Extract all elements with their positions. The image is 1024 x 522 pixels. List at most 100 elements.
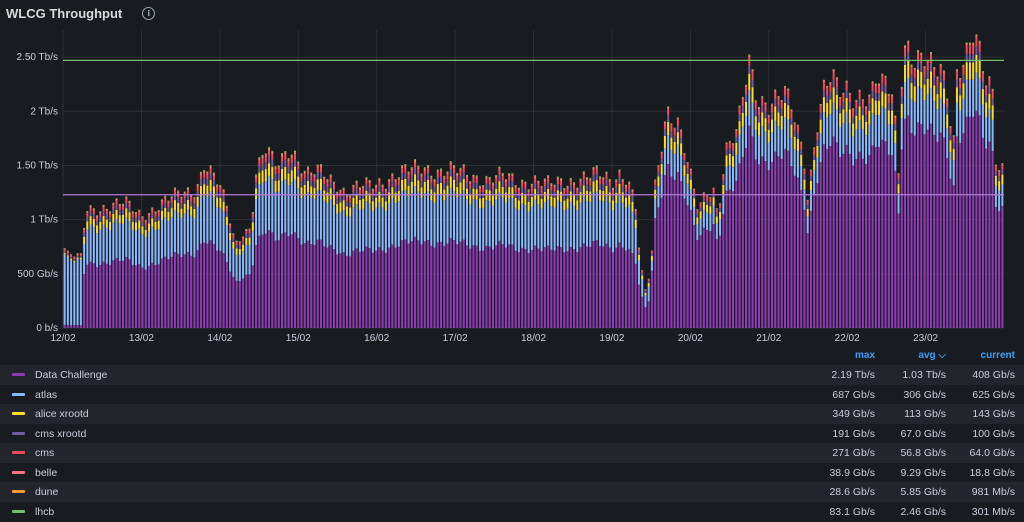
bar-segment bbox=[414, 174, 417, 187]
legend-row-belle[interactable]: belle 38.9 Gb/s 9.29 Gb/s 18.8 Gb/s bbox=[0, 463, 1024, 483]
bar-segment bbox=[79, 325, 82, 328]
series-name: dune bbox=[35, 486, 59, 498]
legend-row-cms[interactable]: cms 271 Gb/s 56.8 Gb/s 64.0 Gb/s bbox=[0, 443, 1024, 463]
bar-segment bbox=[170, 256, 173, 328]
bar-segment bbox=[647, 279, 650, 282]
bar-segment bbox=[131, 229, 134, 265]
legend-row-dune[interactable]: dune 28.6 Gb/s 5.85 Gb/s 981 Mb/s bbox=[0, 482, 1024, 502]
bar-segment bbox=[608, 179, 611, 181]
bar-segment bbox=[255, 175, 258, 176]
bar-segment bbox=[706, 196, 709, 197]
bar-segment bbox=[910, 82, 913, 99]
info-icon[interactable]: i bbox=[142, 6, 156, 20]
bar-segment bbox=[955, 136, 958, 328]
bar-segment bbox=[842, 93, 845, 94]
panel-title[interactable]: WLCG Throughput bbox=[6, 6, 122, 21]
bar-segment bbox=[109, 264, 112, 328]
bar-segment bbox=[251, 230, 254, 266]
bar-segment bbox=[878, 147, 881, 328]
bar-segment bbox=[981, 89, 984, 105]
bar-segment bbox=[453, 168, 456, 174]
bar-segment bbox=[407, 179, 410, 186]
legend-header-current[interactable]: current bbox=[981, 350, 1015, 361]
bar-segment bbox=[881, 74, 884, 75]
bar-segment bbox=[122, 260, 125, 328]
bar-segment bbox=[998, 181, 1001, 191]
bar-segment bbox=[465, 175, 468, 177]
bar-segment bbox=[599, 177, 602, 180]
bar-segment bbox=[436, 169, 439, 171]
bar-segment bbox=[790, 109, 793, 111]
legend-row-lhcb[interactable]: lhcb 83.1 Gb/s 2.46 Gb/s 301 Mb/s bbox=[0, 502, 1024, 522]
throughput-chart[interactable]: 0 b/s500 Gb/s1 Tb/s1.50 Tb/s2 Tb/s2.50 T… bbox=[0, 20, 1024, 345]
legend-header-max[interactable]: max bbox=[855, 350, 875, 361]
series-current: 18.8 Gb/s bbox=[969, 466, 1015, 479]
bar-segment bbox=[728, 153, 731, 166]
bar-segment bbox=[193, 198, 196, 200]
bar-segment bbox=[745, 85, 748, 88]
bar-segment bbox=[209, 191, 212, 241]
bar-segment bbox=[173, 188, 176, 189]
bar-segment bbox=[306, 167, 309, 170]
bar-segment bbox=[147, 214, 150, 216]
legend-row-atlas[interactable]: atlas 687 Gb/s 306 Gb/s 625 Gb/s bbox=[0, 385, 1024, 405]
bar-segment bbox=[160, 201, 163, 206]
bar-segment bbox=[699, 207, 702, 212]
bar-segment bbox=[508, 176, 511, 181]
bar-segment bbox=[712, 205, 715, 225]
legend-row-cms-xrootd[interactable]: cms xrootd 191 Gb/s 67.0 Gb/s 100 Gb/s bbox=[0, 424, 1024, 444]
bar-segment bbox=[339, 211, 342, 254]
bar-segment bbox=[897, 184, 900, 194]
bar-segment bbox=[715, 239, 718, 328]
bar-segment bbox=[154, 213, 157, 218]
legend-row-data-challenge[interactable]: Data Challenge 2.19 Tb/s 1.03 Tb/s 408 G… bbox=[0, 365, 1024, 385]
bar-segment bbox=[423, 168, 426, 171]
legend-header-avg[interactable]: avg ⌵ bbox=[918, 350, 946, 361]
bar-segment bbox=[868, 94, 871, 96]
bar-segment bbox=[131, 213, 134, 218]
bar-segment bbox=[926, 62, 929, 71]
bar-segment bbox=[420, 174, 423, 176]
bar-segment bbox=[777, 97, 780, 99]
bar-segment bbox=[381, 197, 384, 208]
series-swatch bbox=[12, 509, 25, 513]
bar-segment bbox=[686, 205, 689, 328]
bar-segment bbox=[225, 261, 228, 328]
bar-segment bbox=[300, 187, 303, 199]
bar-segment bbox=[86, 229, 89, 265]
bar-segment bbox=[777, 105, 780, 113]
bar-segment bbox=[920, 71, 923, 89]
bar-segment bbox=[508, 187, 511, 198]
bar-segment bbox=[654, 180, 657, 181]
bar-segment bbox=[946, 114, 949, 129]
bar-segment bbox=[858, 90, 861, 91]
bar-segment bbox=[881, 139, 884, 328]
bar-segment bbox=[70, 255, 73, 258]
bar-segment bbox=[105, 263, 108, 328]
bar-segment bbox=[261, 156, 264, 159]
bar-segment bbox=[968, 45, 971, 54]
bar-segment bbox=[355, 181, 358, 183]
bar-segment bbox=[881, 76, 884, 84]
bar-segment bbox=[527, 190, 530, 193]
bar-segment bbox=[475, 178, 478, 184]
bar-segment bbox=[319, 239, 322, 328]
bar-segment bbox=[498, 240, 501, 328]
bar-segment bbox=[537, 248, 540, 328]
bar-segment bbox=[965, 42, 968, 44]
bar-segment bbox=[284, 154, 287, 160]
bar-segment bbox=[933, 69, 936, 78]
bar-segment bbox=[229, 225, 232, 229]
bar-segment bbox=[796, 125, 799, 127]
bar-segment bbox=[313, 198, 316, 245]
bar-segment bbox=[498, 169, 501, 175]
bar-segment bbox=[355, 193, 358, 205]
bar-segment bbox=[845, 82, 848, 91]
bar-segment bbox=[131, 212, 134, 214]
bar-segment bbox=[323, 184, 326, 191]
bar-segment bbox=[868, 124, 871, 156]
legend-row-alice-xrootd[interactable]: alice xrootd 349 Gb/s 113 Gb/s 143 Gb/s bbox=[0, 404, 1024, 424]
bar-segment bbox=[371, 189, 374, 191]
bar-segment bbox=[251, 265, 254, 328]
bar-segment bbox=[203, 195, 206, 243]
